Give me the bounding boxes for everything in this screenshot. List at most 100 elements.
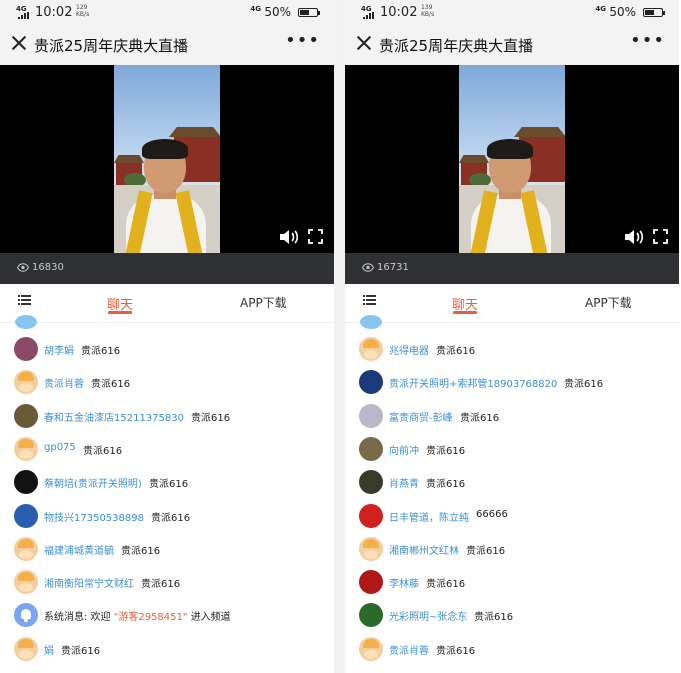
- chat-message: 肖燕青 贵派616: [345, 466, 679, 499]
- video-player[interactable]: [0, 65, 334, 253]
- chat-message-list[interactable]: 胡李娟 贵派616 贵派肖蓉 贵派616 春和五金油漆店15211375830 贵派616…: [0, 315, 334, 673]
- user-avatar[interactable]: [14, 470, 38, 495]
- chat-message: 娟贵派616: [0, 633, 334, 666]
- user-avatar[interactable]: [359, 603, 383, 628]
- chat-username[interactable]: 湘南郴州文红林: [389, 542, 459, 557]
- user-avatar[interactable]: [359, 503, 383, 528]
- video-frame: [459, 65, 565, 253]
- chat-username[interactable]: 李林藤: [389, 575, 419, 590]
- chat-message-text: 贵派616: [436, 346, 476, 357]
- fullscreen-icon[interactable]: [653, 229, 668, 244]
- user-avatar[interactable]: [359, 403, 383, 428]
- chat-message-text: 贵派616: [564, 379, 604, 391]
- chat-message-text: 贵派616: [474, 612, 514, 624]
- active-tab-indicator: [453, 311, 477, 314]
- system-bell-icon[interactable]: [14, 603, 38, 628]
- chat-message-text: 贵派616: [426, 579, 466, 591]
- system-message: 系统消息: 欢迎 "游客2958451" 进入频道: [44, 608, 231, 623]
- chat-message-text: 贵派616: [141, 579, 181, 591]
- chat-message-text: 贵派616: [191, 412, 231, 424]
- chat-message-text: 贵派616: [426, 445, 466, 457]
- tab-app-download[interactable]: APP下载: [240, 294, 287, 311]
- more-menu-icon[interactable]: •••: [630, 30, 665, 51]
- close-icon[interactable]: [11, 35, 27, 51]
- live-stream-screen-1: 4G 10:02 129KB/s 4G 50% 贵派25周年庆典大直播 •••: [0, 0, 334, 673]
- tab-bar: 聊天 APP下载: [345, 284, 679, 323]
- chat-message-text: 贵派616: [121, 545, 161, 557]
- chat-username[interactable]: 富贵商贸-彭峰: [389, 409, 453, 424]
- chat-message: 兆得电器 贵派616: [345, 333, 679, 366]
- chat-message: 李林藤 贵派616: [345, 566, 679, 599]
- user-avatar[interactable]: [14, 636, 38, 661]
- chat-message-text: 贵派616: [466, 545, 506, 557]
- tab-app-download[interactable]: APP下载: [585, 294, 632, 311]
- view-count: 16830: [32, 262, 64, 273]
- user-avatar[interactable]: [359, 470, 383, 495]
- active-tab-indicator: [108, 311, 132, 314]
- status-bar: 4G 10:02 129 KB/s 4G 50%: [0, 0, 334, 24]
- chat-message: 贵派肖蓉 贵派616: [345, 633, 679, 666]
- user-avatar[interactable]: [359, 636, 383, 661]
- chat-message-text: 贵派616: [83, 445, 123, 457]
- page-title: 贵派25周年庆典大直播: [34, 37, 189, 55]
- chat-message-text: 贵派616: [436, 645, 476, 657]
- chat-username[interactable]: 向前冲: [389, 442, 419, 457]
- chat-username[interactable]: gp075: [44, 442, 76, 453]
- chat-username[interactable]: 光彩照明~张念东: [389, 608, 467, 623]
- chat-username[interactable]: 日丰管道，陈立纯: [389, 509, 469, 524]
- user-avatar[interactable]: [14, 370, 38, 395]
- tab-bar: 聊天 APP下载: [0, 284, 334, 323]
- more-menu-icon[interactable]: •••: [285, 30, 320, 51]
- user-avatar[interactable]: [359, 570, 383, 595]
- chat-message-text: 贵派616: [151, 512, 191, 524]
- view-count-bar: 16830: [0, 253, 334, 284]
- battery-icon: [643, 8, 665, 17]
- user-avatar[interactable]: [359, 436, 383, 461]
- chat-username[interactable]: 贵派开关照明+索邦管18903768820: [389, 375, 557, 390]
- chat-username[interactable]: 胡李娟: [44, 342, 74, 357]
- battery-percent: 50%: [264, 5, 291, 19]
- chat-username[interactable]: 肖燕青: [389, 475, 419, 490]
- chat-message: 湘南衡阳常宁文财红 贵派616: [0, 566, 334, 599]
- video-player[interactable]: [345, 65, 679, 253]
- user-avatar[interactable]: [359, 370, 383, 395]
- user-avatar[interactable]: [14, 570, 38, 595]
- chat-message: 日丰管道，陈立纯 66666: [345, 500, 679, 533]
- avatar: [360, 315, 382, 329]
- chat-message: 光彩照明~张念东 贵派616: [345, 599, 679, 632]
- chat-username[interactable]: 娟: [44, 642, 54, 657]
- user-avatar[interactable]: [359, 337, 383, 361]
- user-avatar[interactable]: [14, 337, 38, 361]
- chat-username[interactable]: 春和五金油漆店15211375830: [44, 409, 184, 424]
- chat-message: gp075 贵派616: [0, 433, 334, 466]
- chat-message: 向前冲 贵派616: [345, 433, 679, 466]
- chat-message-text: 贵派616: [91, 379, 131, 391]
- list-menu-icon[interactable]: [363, 294, 376, 306]
- chat-username[interactable]: 贵派肖蓉: [389, 642, 429, 657]
- chat-message: 贵派肖蓉 贵派616: [0, 366, 334, 399]
- live-stream-screen-2: 4G 10:02 139KB/s 4G 50% 贵派25周年庆典大直播 •••: [345, 0, 679, 673]
- signal-icon: [363, 12, 375, 19]
- list-menu-icon[interactable]: [18, 294, 31, 306]
- battery-icon: [298, 8, 320, 17]
- chat-message-list[interactable]: 兆得电器 贵派616 贵派开关照明+索邦管18903768820 贵派616 富贵商贸-…: [345, 315, 679, 673]
- user-avatar[interactable]: [359, 536, 383, 561]
- user-avatar[interactable]: [14, 536, 38, 561]
- chat-username[interactable]: 物技兴17350538898: [44, 509, 144, 524]
- fullscreen-icon[interactable]: [308, 229, 323, 244]
- volume-icon[interactable]: [624, 229, 644, 245]
- chat-username[interactable]: 兆得电器: [389, 342, 429, 357]
- chat-username[interactable]: 湘南衡阳常宁文财红: [44, 575, 134, 590]
- user-avatar[interactable]: [14, 503, 38, 528]
- chat-username[interactable]: 贵派肖蓉: [44, 375, 84, 390]
- user-avatar[interactable]: [14, 436, 38, 461]
- screenshot-divider: [334, 0, 345, 673]
- chat-message-text: 66666: [476, 508, 508, 520]
- chat-message: 贵派开关照明+索邦管18903768820 贵派616: [345, 366, 679, 399]
- chat-username[interactable]: 蔡朝培(贵派开关照明): [44, 475, 142, 490]
- chat-username[interactable]: 福建浦城黄道毓: [44, 542, 114, 557]
- chat-message: 物技兴17350538898 贵派616: [0, 500, 334, 533]
- volume-icon[interactable]: [279, 229, 299, 245]
- user-avatar[interactable]: [14, 403, 38, 428]
- close-icon[interactable]: [356, 35, 372, 51]
